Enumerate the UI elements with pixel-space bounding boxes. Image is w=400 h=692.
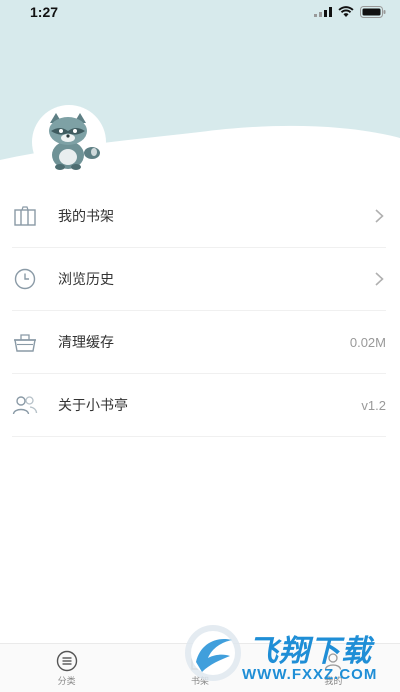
tab-bar: 分类 书架 我的: [0, 643, 400, 692]
profile-icon: [325, 653, 342, 670]
basket-icon: [12, 329, 38, 355]
signal-icon: [314, 7, 332, 17]
users-icon: [12, 392, 38, 418]
wifi-icon: [338, 6, 354, 17]
bookshelf-icon: [191, 653, 209, 670]
avatar[interactable]: [32, 105, 106, 179]
clock-icon: [12, 266, 38, 292]
settings-menu: 我的书架 浏览历史 清理缓存 0.02M 关于小书亭 v1.2: [0, 185, 400, 437]
menu-item-label: 我的书架: [58, 209, 114, 225]
version-value: v1.2: [361, 397, 386, 413]
tab-label: 我的: [324, 677, 343, 687]
status-time: 1:27: [30, 4, 59, 20]
menu-item-history[interactable]: 浏览历史: [12, 248, 386, 311]
status-icons: [314, 6, 386, 18]
menu-item-about[interactable]: 关于小书亭 v1.2: [12, 374, 386, 437]
battery-icon: [360, 6, 386, 18]
tab-profile[interactable]: 我的: [267, 644, 400, 692]
chevron-right-icon: [372, 272, 386, 286]
tab-category[interactable]: 分类: [0, 644, 133, 692]
status-bar: 1:27: [0, 0, 400, 26]
cache-size-value: 0.02M: [349, 334, 386, 350]
menu-item-bookshelf[interactable]: 我的书架: [12, 185, 386, 248]
screen: 1:27 我的书架 浏览历史 清理缓存 0.02M 关于小书亭 v1.2 分类 …: [0, 0, 400, 692]
menu-item-clear-cache[interactable]: 清理缓存 0.02M: [12, 311, 386, 374]
tab-label: 书架: [190, 677, 209, 687]
menu-item-label: 清理缓存: [58, 335, 114, 351]
menu-item-label: 浏览历史: [58, 272, 114, 288]
chevron-right-icon: [372, 209, 386, 223]
raccoon-avatar-icon: [49, 113, 100, 170]
bookshelf-icon: [12, 203, 38, 229]
menu-item-label: 关于小书亭: [58, 398, 128, 414]
tab-label: 分类: [57, 677, 76, 687]
tab-bookshelf[interactable]: 书架: [133, 644, 266, 692]
category-icon: [56, 650, 77, 672]
